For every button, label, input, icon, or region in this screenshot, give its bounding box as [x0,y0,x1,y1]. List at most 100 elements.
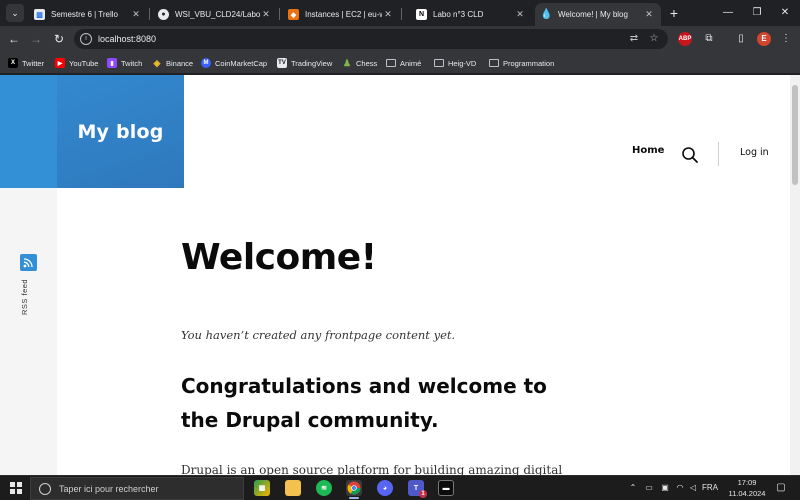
back-arrow-icon[interactable]: ← [6,31,22,47]
tab-my-blog[interactable]: 💧 Welcome! | My blog ✕ [535,3,661,26]
close-tab-icon[interactable]: ✕ [130,9,142,20]
close-window-icon[interactable]: ✕ [775,5,795,21]
terminal-icon[interactable]: ▬ [438,480,454,496]
adblock-plus-icon[interactable]: ABP [678,32,692,46]
tab-notion[interactable]: N Labo n°3 CLD ✕ [410,3,532,26]
tradingview-icon: TV [277,58,287,68]
rss-feed-label[interactable]: RSS feed [20,279,29,315]
bookmark-twitter[interactable]: X Twitter [8,52,44,74]
site-info-icon[interactable]: i [80,33,92,45]
bookmark-chess[interactable]: ♟ Chess [342,52,377,74]
bookmark-label: TradingView [291,58,333,68]
tab-title: Labo n°3 CLD [433,10,484,19]
bookmark-youtube[interactable]: ▶ YouTube [55,52,98,74]
congrats-heading: Congratulations and welcome to the Drupa… [181,374,547,432]
page-viewport: My blog Home Log in RSS feed Welcome! Yo… [0,75,790,475]
notification-center-icon[interactable]: ▢ [774,482,788,494]
bookmark-folder-anime[interactable]: Animé [386,52,421,74]
teams-notification-badge: 1 [419,490,427,498]
bookmark-label: Binance [166,58,194,68]
minimize-icon[interactable]: — [718,5,738,21]
tab-aws-ec2[interactable]: ◆ Instances | EC2 | eu-west ✕ [282,3,400,26]
page-scrollbar[interactable] [790,75,800,475]
tab-github[interactable]: ● WSI_VBU_CLD24/Labo03 ✕ [152,3,278,26]
bookmark-twitch[interactable]: ▮ Twitch [107,52,142,74]
main-content: Welcome! You haven’t created any frontpa… [57,188,790,475]
tab-trello[interactable]: ▥ Semestre 6 | Trello ✕ [28,3,148,26]
close-tab-icon[interactable]: ✕ [514,9,526,20]
bookmark-label: Twitter [22,58,45,68]
tray-notification-icon[interactable]: ▣ [659,482,671,494]
login-link[interactable]: Log in [740,147,769,158]
scrollbar-thumb[interactable] [792,85,798,185]
teams-icon[interactable]: T1 [408,480,427,498]
social-bar [0,188,57,475]
tab-title: WSI_VBU_CLD24/Labo03 [175,10,260,19]
address-bar[interactable]: i localhost:8080 ⇄ ☆ [74,29,668,49]
tab-title: Instances | EC2 | eu-west [305,10,382,19]
tab-search-menu-icon[interactable]: ⌄ [6,4,24,22]
tab-separator [401,8,402,20]
restore-icon[interactable]: ❐ [747,5,767,21]
new-tab-button[interactable]: + [666,5,682,21]
volume-icon[interactable]: ◁ [688,482,698,494]
bookmark-folder-programmation[interactable]: Programmation [489,52,554,74]
tab-title: Semestre 6 | Trello [51,10,118,19]
chess-pawn-icon: ♟ [342,57,352,68]
reload-icon[interactable]: ↻ [51,31,67,47]
page-title: Welcome! [181,237,377,278]
bookmarks-bar: X Twitter ▶ YouTube ▮ Twitch ◈ Binance M… [0,52,800,74]
bookmark-tradingview[interactable]: TV TradingView [277,52,332,74]
extensions-puzzle-icon[interactable]: ⧉ [702,32,716,46]
translate-icon[interactable]: ⇄ [628,33,640,45]
taskbar-search-placeholder: Taper ici pour rechercher [59,483,159,494]
chrome-icon[interactable] [346,480,362,499]
forward-arrow-icon[interactable]: → [28,31,44,47]
profile-avatar[interactable]: E [757,32,771,46]
bookmark-label: Twitch [121,58,143,68]
bookmark-label: Programmation [503,58,555,68]
close-tab-icon[interactable]: ✕ [382,9,394,20]
side-panel-icon[interactable]: ▯ [734,32,748,46]
aws-icon: ◆ [288,9,299,20]
search-icon [39,482,51,495]
github-icon: ● [158,9,169,20]
wifi-icon[interactable]: ◠ [675,482,685,494]
site-branding[interactable]: My blog [57,75,184,188]
close-tab-icon[interactable]: ✕ [260,9,272,20]
bookmark-folder-heig-vd[interactable]: Heig-VD [434,52,476,74]
bookmark-binance[interactable]: ◈ Binance [152,52,194,74]
nav-home-link[interactable]: Home [632,145,664,156]
site-header: My blog Home Log in [0,75,790,188]
tray-network-device-icon[interactable]: ▭ [643,482,655,494]
file-explorer-icon[interactable] [285,480,301,496]
windows-start-icon[interactable] [10,482,22,494]
intro-paragraph: Drupal is an open source platform for bu… [181,463,563,475]
tab-separator [149,8,150,20]
nav-divider [718,142,719,166]
site-name[interactable]: My blog [77,121,163,143]
tab-title: Welcome! | My blog [558,10,628,19]
discord-icon[interactable]: ◕ [377,480,393,496]
clock-date: 11.04.2024 [728,489,766,498]
folder-icon [489,59,499,67]
browser-menu-icon[interactable]: ⋮ [779,32,793,46]
browser-toolbar: ← → ↻ i localhost:8080 ⇄ ☆ ABP ⧉ ▯ E ⋮ [0,26,800,52]
search-icon[interactable] [681,146,699,164]
spotify-icon[interactable]: ≋ [316,480,332,496]
system-clock[interactable]: 17:09 11.04.2024 [718,477,776,499]
close-tab-icon[interactable]: ✕ [643,9,655,20]
microsoft-store-icon[interactable]: ▦ [254,480,270,496]
taskbar-search-box[interactable]: Taper ici pour rechercher [30,477,244,500]
language-indicator[interactable]: FRA [702,482,718,494]
bookmark-star-icon[interactable]: ☆ [648,33,660,45]
bookmark-coinmarketcap[interactable]: M CoinMarketCap [201,52,267,74]
empty-frontpage-message: You haven’t created any frontpage conten… [181,328,456,342]
bookmark-label: Chess [356,58,378,68]
tray-overflow-icon[interactable]: ⌃ [628,482,638,494]
rss-feed-icon[interactable] [20,254,37,271]
bookmark-label: CoinMarketCap [215,58,268,68]
bookmark-label: Heig-VD [448,58,477,68]
bookmark-label: YouTube [69,58,99,68]
youtube-icon: ▶ [55,58,65,68]
